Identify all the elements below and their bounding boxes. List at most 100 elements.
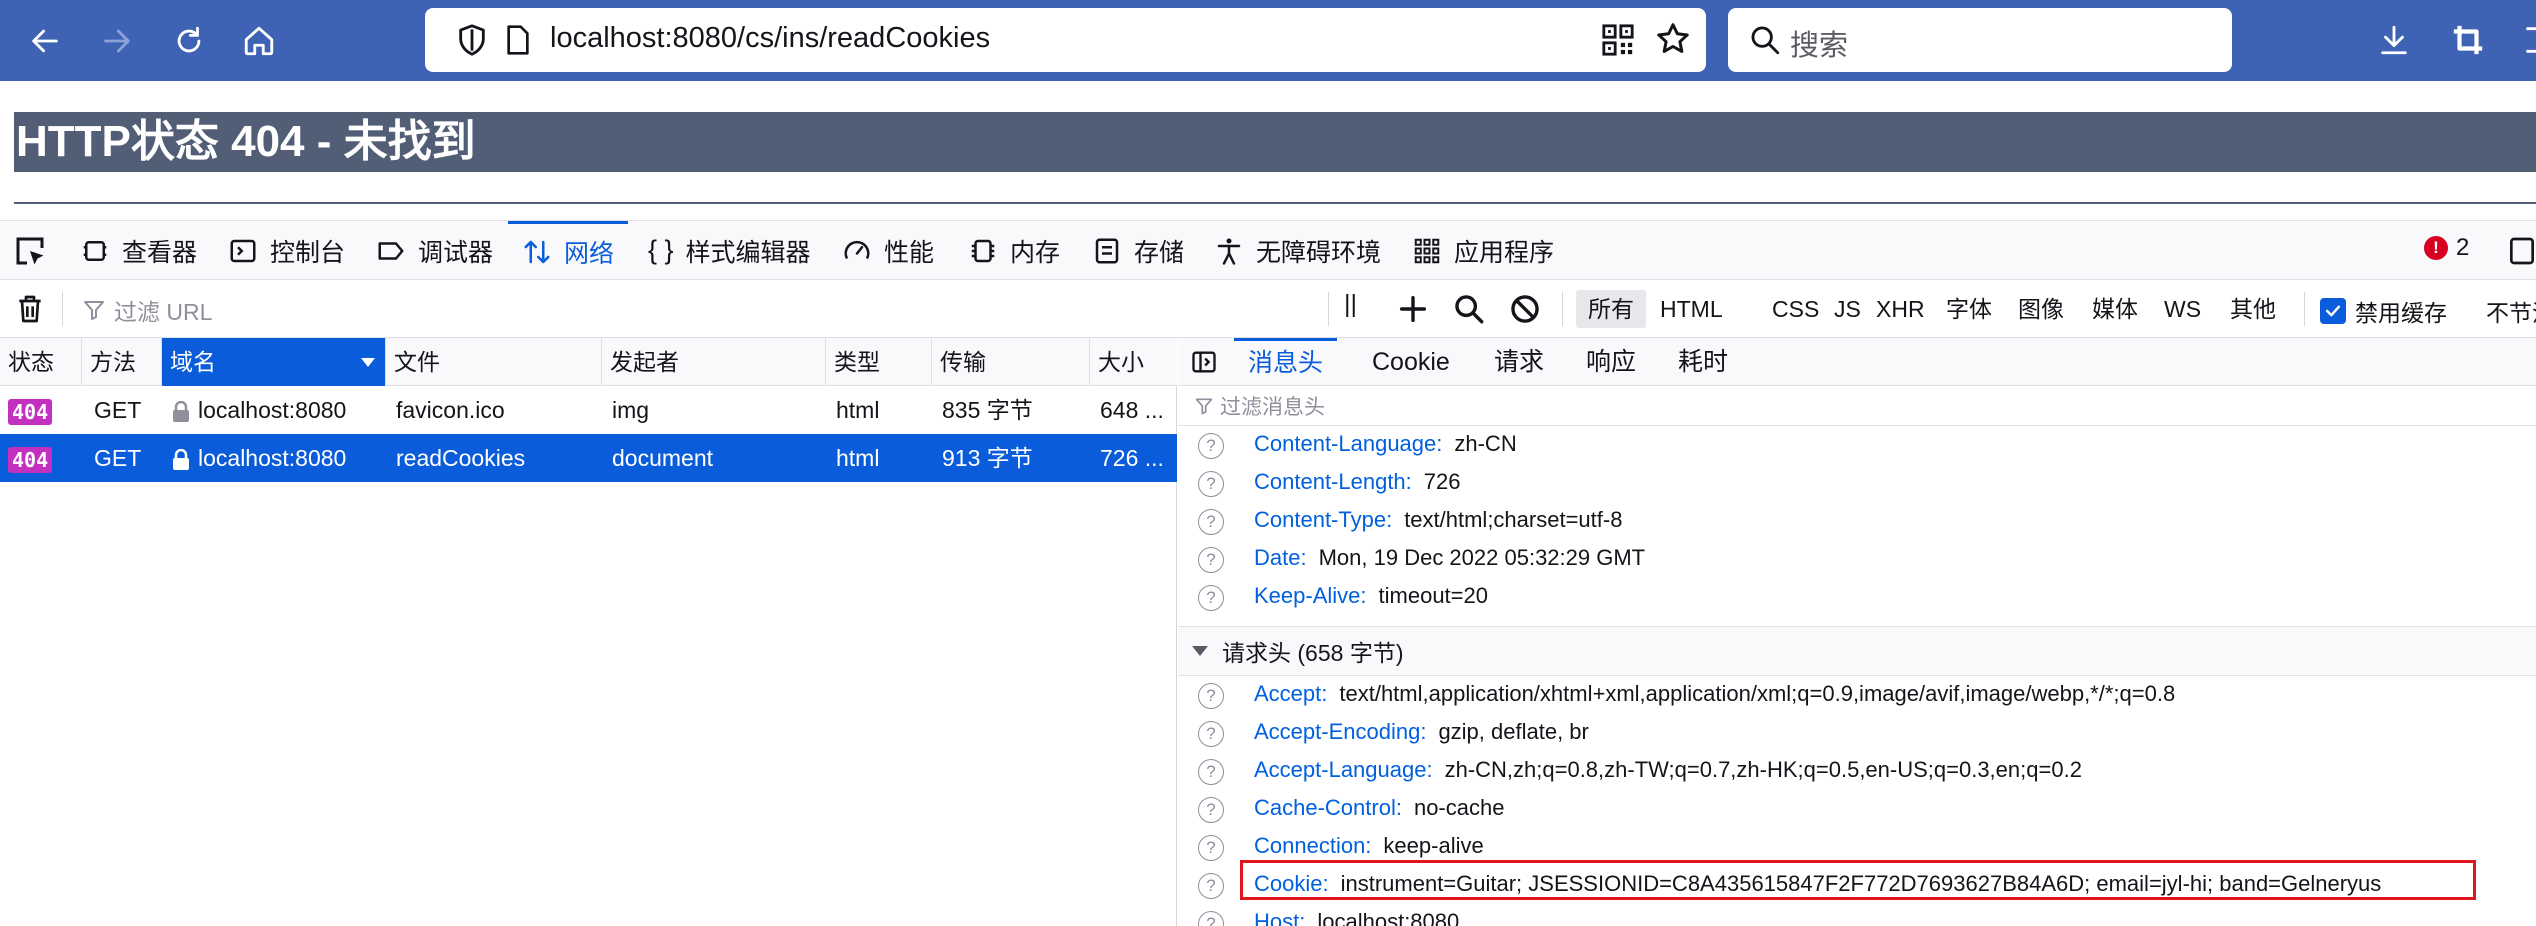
tab-label: 网络 <box>564 240 615 268</box>
element-picker-icon[interactable] <box>12 233 48 269</box>
cell-domain: localhost:8080 <box>162 386 386 434</box>
disable-cache-checkbox[interactable]: 禁用缓存 <box>2320 294 2447 328</box>
filter-ws[interactable]: WS <box>2152 290 2213 328</box>
status-badge: 404 <box>8 398 53 425</box>
network-icon <box>524 240 550 264</box>
checkmark-icon[interactable] <box>2320 298 2346 324</box>
filter-fonts[interactable]: 字体 <box>1934 290 2004 328</box>
header-value: keep-alive <box>1383 833 1484 858</box>
search-icon <box>1751 26 1780 55</box>
cell-transferred: 835 字节 <box>942 397 1033 423</box>
divider <box>2304 292 2305 326</box>
help-icon[interactable]: ? <box>1198 797 1224 823</box>
table-row-selected[interactable]: 404 GET localhost:8080 readCookies docum… <box>0 434 1177 482</box>
responsive-design-icon[interactable] <box>2506 235 2536 267</box>
divider <box>14 202 2536 204</box>
filter-all[interactable]: 所有 <box>1576 290 1646 328</box>
request-headers-section-toggle[interactable]: 请求头 (658 字节) <box>1178 626 2536 676</box>
help-icon[interactable]: ? <box>1198 683 1224 709</box>
help-icon[interactable]: ? <box>1198 433 1224 459</box>
tab-console[interactable]: 控制台 <box>228 221 345 280</box>
help-icon[interactable]: ? <box>1198 547 1224 573</box>
tab-label: 控制台 <box>270 238 346 267</box>
column-initiator[interactable]: 发起者 <box>602 338 826 386</box>
help-icon[interactable]: ? <box>1198 873 1224 899</box>
forward-button[interactable] <box>90 14 144 68</box>
tab-performance[interactable]: 性能 <box>842 221 934 280</box>
arrow-left-icon <box>32 29 58 53</box>
error-count[interactable]: ! 2 <box>2424 234 2469 262</box>
reload-button[interactable] <box>162 14 216 68</box>
tab-request[interactable]: 请求 <box>1494 338 1544 386</box>
back-button[interactable] <box>18 14 72 68</box>
shield-icon[interactable] <box>455 23 489 57</box>
overflow-button[interactable] <box>2510 18 2536 62</box>
throttle-select[interactable]: 不节流 <box>2486 294 2536 328</box>
header-value: 726 <box>1423 469 1461 494</box>
plus-icon[interactable] <box>1396 292 1430 326</box>
filter-media[interactable]: 媒体 <box>2080 290 2150 328</box>
tab-debugger[interactable]: 调试器 <box>376 221 493 280</box>
filter-images[interactable]: 图像 <box>2006 290 2076 328</box>
request-header-row: ? Accept: text/html,application/xhtml+xml… <box>1178 676 2536 714</box>
tab-storage[interactable]: 存储 <box>1092 221 1184 280</box>
trash-icon[interactable] <box>14 292 46 326</box>
tab-style-editor[interactable]: { } 样式编辑器 <box>648 221 811 280</box>
search-bar[interactable]: 搜索 <box>1728 8 2232 72</box>
tab-label: 调试器 <box>418 238 494 267</box>
column-size[interactable]: 大小 <box>1090 338 1177 386</box>
response-header-row: ? Content-Language: zh-CN <box>1178 426 2536 464</box>
url-filter-input[interactable]: 过滤 URL <box>82 293 212 327</box>
pause-icon[interactable]: || <box>1344 290 1357 319</box>
tab-application[interactable]: 应用程序 <box>1412 221 1554 280</box>
filter-css[interactable]: CSS <box>1760 290 1831 328</box>
home-button[interactable] <box>232 14 286 68</box>
help-icon[interactable]: ? <box>1198 835 1224 861</box>
qr-code-icon[interactable] <box>1601 23 1635 57</box>
url-text[interactable]: localhost:8080/cs/ins/readCookies <box>550 22 990 55</box>
tab-accessibility[interactable]: 无障碍环境 <box>1214 221 1381 280</box>
header-name-text: Content-Length: <box>1254 469 1412 494</box>
tab-inspector[interactable]: 查看器 <box>80 221 197 280</box>
tab-memory[interactable]: 内存 <box>968 221 1060 280</box>
block-icon[interactable] <box>1508 292 1542 326</box>
debugger-icon <box>378 241 404 260</box>
screenshot-button[interactable] <box>2446 18 2490 62</box>
downloads-button[interactable] <box>2372 18 2416 62</box>
url-bar[interactable]: localhost:8080/cs/ins/readCookies <box>425 8 1706 72</box>
column-file[interactable]: 文件 <box>386 338 602 386</box>
help-icon[interactable]: ? <box>1198 721 1224 747</box>
column-status[interactable]: 状态 <box>0 338 82 386</box>
table-row[interactable]: 404 GET localhost:8080 favicon.ico img h… <box>0 386 1177 434</box>
help-icon[interactable]: ? <box>1198 509 1224 535</box>
column-transferred[interactable]: 传输 <box>932 338 1090 386</box>
help-icon[interactable]: ? <box>1198 585 1224 611</box>
tab-headers[interactable]: 消息头 <box>1234 338 1338 386</box>
tab-response[interactable]: 响应 <box>1586 338 1636 386</box>
page-icon[interactable] <box>503 24 533 56</box>
column-domain[interactable]: 域名 <box>162 338 386 386</box>
cell-initiator: img <box>612 397 650 423</box>
status-badge: 404 <box>8 446 53 473</box>
filter-other[interactable]: 其他 <box>2218 290 2288 328</box>
tab-label: 内存 <box>1010 238 1061 267</box>
tab-label: 存储 <box>1134 238 1185 267</box>
reload-icon <box>177 26 201 53</box>
panel-toggle-icon[interactable] <box>1190 348 1218 376</box>
column-type[interactable]: 类型 <box>826 338 932 386</box>
tab-cookies[interactable]: Cookie <box>1372 338 1450 386</box>
bookmark-star-icon[interactable] <box>1655 21 1691 57</box>
tab-timings[interactable]: 耗时 <box>1678 338 1728 386</box>
help-icon[interactable]: ? <box>1198 759 1224 785</box>
headers-filter-input[interactable]: 过滤消息头 <box>1178 386 2536 426</box>
column-method[interactable]: 方法 <box>82 338 162 386</box>
search-placeholder[interactable]: 搜索 <box>1790 22 1848 64</box>
search-icon[interactable] <box>1452 292 1486 326</box>
filter-html[interactable]: HTML <box>1648 290 1735 328</box>
filter-xhr[interactable]: XHR <box>1864 290 1937 328</box>
header-name-text: Keep-Alive: <box>1254 583 1367 608</box>
help-icon[interactable]: ? <box>1198 911 1224 926</box>
cell-file: readCookies <box>396 445 526 471</box>
help-icon[interactable]: ? <box>1198 471 1224 497</box>
tab-network[interactable]: 网络 <box>508 221 629 280</box>
